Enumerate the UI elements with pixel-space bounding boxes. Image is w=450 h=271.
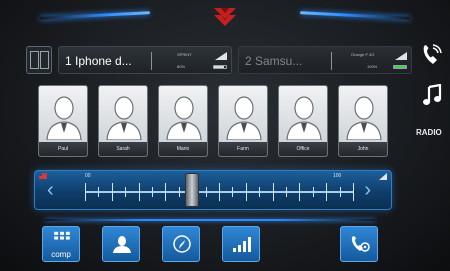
favorite-contacts: Paul Sarah Mario Farm Office John	[38, 85, 388, 157]
divider	[151, 52, 152, 70]
phone-slot-1[interactable]: 1 Iphone d... SPRINT 80%	[58, 46, 232, 74]
contact-avatar-icon	[46, 96, 82, 140]
brand-logo-icon	[214, 8, 236, 26]
battery-icon	[213, 65, 227, 69]
battery-percent: 100%	[367, 64, 378, 69]
phone-selector-row: 1 Iphone d... SPRINT 80% 2 Samsu... Oran…	[20, 44, 412, 76]
chevron-left-icon[interactable]: ‹	[47, 179, 54, 201]
top-bar	[0, 0, 450, 40]
slider-tick	[138, 183, 140, 201]
phone-icon[interactable]	[420, 44, 442, 66]
slider-tick	[205, 187, 207, 197]
comp-label: comp	[51, 250, 71, 259]
comp-button[interactable]: comp	[42, 226, 80, 262]
slider-tick	[245, 183, 247, 201]
chevron-right-icon[interactable]: ›	[364, 179, 371, 201]
contact-avatar-icon	[346, 96, 382, 140]
phone-name: 1 Iphone d...	[65, 54, 132, 68]
flag-icon	[39, 173, 47, 179]
contact-name: Office	[279, 142, 327, 156]
split-view-toggle-button[interactable]	[26, 46, 52, 74]
battery-fill	[394, 66, 406, 68]
slider-tick	[111, 183, 113, 201]
slider-tick	[259, 187, 261, 197]
contact-icon	[113, 236, 131, 253]
radio-tab[interactable]: RADIO	[416, 128, 442, 137]
slider-tick	[219, 183, 220, 201]
slider-tick	[165, 183, 167, 201]
slider-tick	[339, 187, 341, 197]
contact-tile-john[interactable]: John	[338, 85, 388, 157]
split-view-icon	[30, 51, 39, 69]
keypad-icon	[54, 231, 70, 240]
battery-fill	[214, 66, 224, 68]
battery-icon	[393, 65, 407, 69]
signal-corner-icon	[379, 173, 387, 180]
top-glow-right	[299, 11, 411, 20]
split-view-icon-pane	[40, 51, 49, 69]
top-glow-left	[39, 11, 151, 20]
slider-tick	[85, 183, 86, 201]
slider-tick	[353, 183, 354, 201]
slider-tick	[232, 187, 234, 197]
call-settings-button[interactable]	[340, 226, 378, 262]
phone-slot-2[interactable]: 2 Samsu... Orange F 4G 100%	[238, 46, 412, 74]
contact-name: Farm	[219, 142, 267, 156]
phone-gear-icon	[351, 236, 370, 252]
navigation-button[interactable]	[162, 226, 200, 262]
contact-name: John	[339, 142, 387, 156]
slider-thumb[interactable]	[185, 173, 200, 207]
contact-avatar-icon	[106, 96, 142, 140]
contact-tile-paul[interactable]: Paul	[38, 85, 88, 157]
slider-tick	[125, 187, 127, 197]
contact-avatar-icon	[286, 96, 322, 140]
infotainment-screen: 1 Iphone d... SPRINT 80% 2 Samsu... Oran…	[0, 0, 450, 271]
music-note-icon[interactable]	[422, 84, 442, 106]
contact-name: Mario	[159, 142, 207, 156]
contact-avatar-icon	[226, 96, 262, 140]
slider-tick	[312, 187, 314, 197]
contact-tile-office[interactable]: Office	[278, 85, 328, 157]
slider-tick	[152, 187, 153, 197]
slider-max-label: 100	[333, 173, 342, 179]
slider-tick	[98, 187, 100, 197]
scroll-slider[interactable]: ‹ › 00 100	[34, 170, 392, 210]
slider-tick	[272, 183, 274, 201]
contact-name: Sarah	[99, 142, 147, 156]
contact-tile-sarah[interactable]: Sarah	[98, 85, 148, 157]
phone-name: 2 Samsu...	[245, 54, 303, 68]
operator-label: SPRINT	[177, 52, 192, 57]
right-sidebar: RADIO	[414, 40, 450, 220]
slider-tick	[178, 187, 180, 197]
slider-min-label: 00	[85, 173, 91, 179]
operator-label: Orange F 4G	[351, 52, 375, 57]
signal-button[interactable]	[222, 226, 260, 262]
contact-avatar-icon	[166, 96, 202, 140]
slider-tick	[286, 187, 287, 197]
slider-tick	[326, 183, 328, 201]
contacts-button[interactable]	[102, 226, 140, 262]
slider-tick	[299, 183, 301, 201]
compass-icon	[173, 235, 191, 253]
bottom-glow-line	[45, 219, 375, 221]
divider	[331, 52, 332, 70]
signal-icon	[233, 237, 251, 252]
signal-strength-icon	[215, 52, 227, 60]
contact-name: Paul	[39, 142, 87, 156]
contact-tile-mario[interactable]: Mario	[158, 85, 208, 157]
signal-strength-icon	[395, 52, 407, 60]
battery-percent: 80%	[177, 64, 186, 69]
contact-tile-farm[interactable]: Farm	[218, 85, 268, 157]
